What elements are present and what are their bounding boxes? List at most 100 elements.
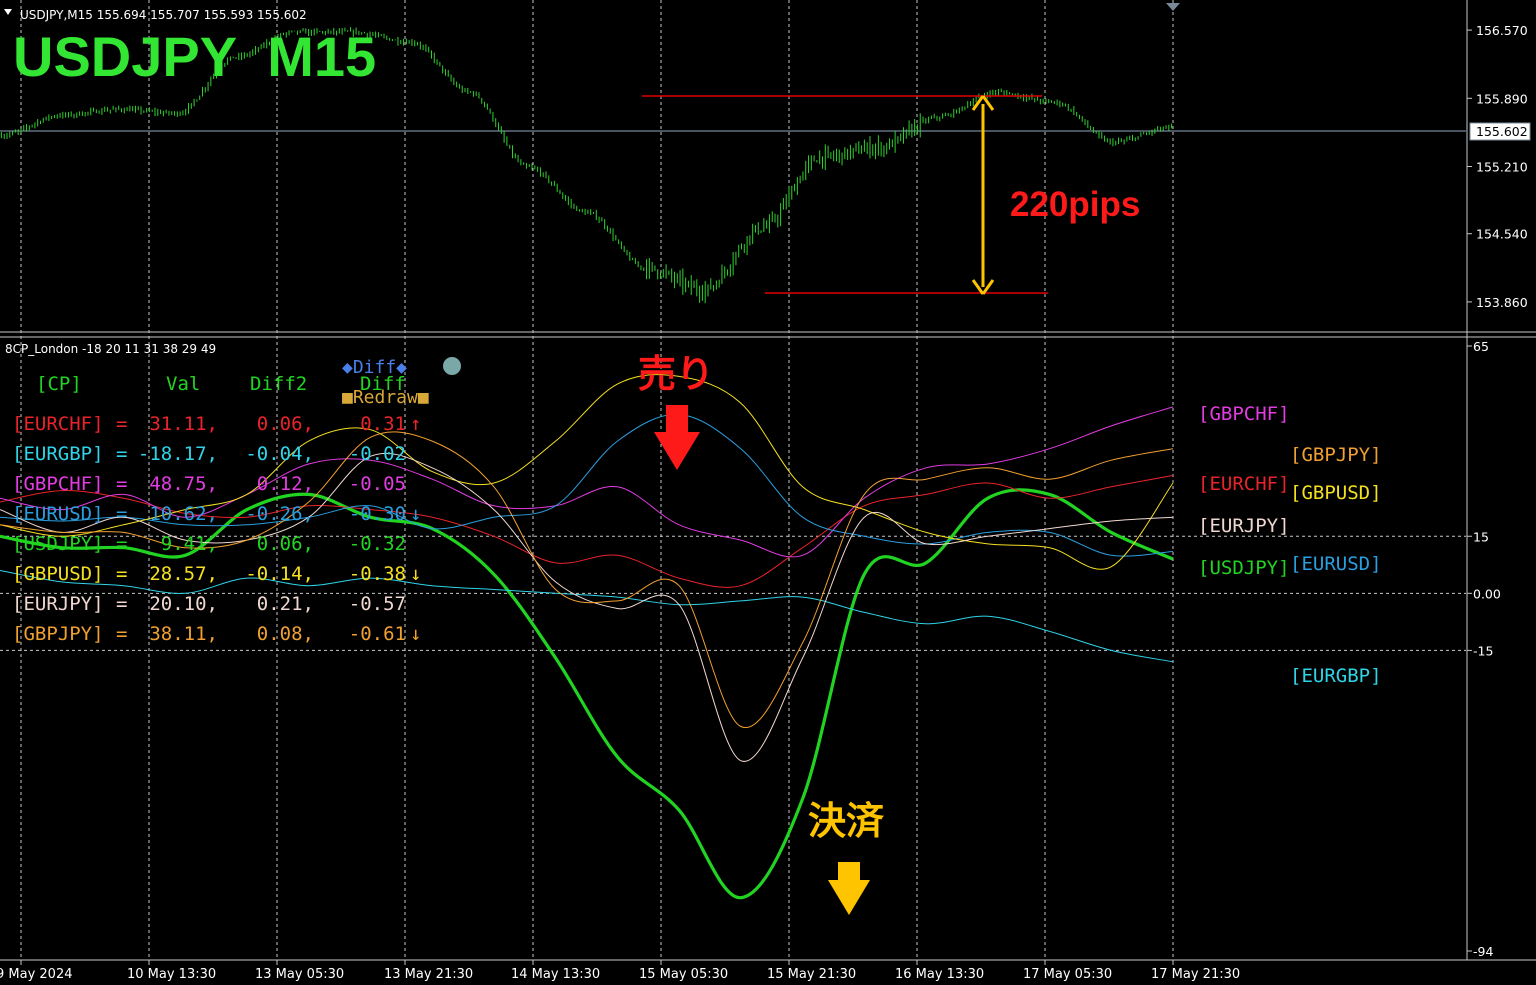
price-tick-label: 153.860 (1476, 295, 1528, 310)
legend-label: [EURJPY] (1198, 515, 1290, 537)
legend-label: [USDJPY] (1198, 557, 1290, 579)
indicator-info: 8CP_London -18 20 11 31 38 29 49 (5, 342, 216, 356)
time-label: 17 May 21:30 (1151, 967, 1240, 982)
table-diff2: 0.08, (257, 623, 314, 645)
time-label: 13 May 21:30 (384, 967, 473, 982)
current-price-tag: 155.602 (1469, 122, 1531, 141)
indicator-axis: 65 15 0.00 -15 -94 (1467, 339, 1501, 959)
table-row: [EURCHF] = 31.11, 0.06, 0.31 ↑ (12, 413, 421, 435)
legend-label: [EURGBP] (1290, 665, 1382, 687)
table-diff: -0.05 (349, 473, 406, 495)
time-label: 13 May 05:30 (255, 967, 344, 982)
time-label: 9 May 2024 (0, 967, 73, 982)
time-label: 15 May 05:30 (639, 967, 728, 982)
table-val: 38.11, (149, 623, 218, 645)
table-diff2: -0.14, (245, 563, 314, 585)
table-val: 28.57, (149, 563, 218, 585)
table-diff: -0.61 (349, 623, 406, 645)
table-diff: -0.57 (349, 593, 406, 615)
table-arrow-icon: ↓ (410, 503, 421, 525)
indicator-table: [EURCHF] = 31.11, 0.06, 0.31 ↑ [EURGBP] = -18.17… (12, 413, 421, 645)
pips-annotation: 220pips (1010, 185, 1140, 224)
table-row: [GBPJPY] = 38.11, 0.08, -0.61 ↓ (12, 623, 421, 645)
table-diff: -0.30 (349, 503, 406, 525)
indicator-tick-label: -15 (1473, 643, 1493, 658)
time-axis: 9 May 2024 10 May 13:30 13 May 05:30 13 May… (0, 960, 1240, 982)
table-header-cell: Diff2 (250, 373, 307, 395)
scroll-marker-icon[interactable] (1166, 3, 1180, 11)
table-row: [EURGBP] = -18.17, -0.04, -0.02 (12, 443, 406, 465)
table-eq: = (116, 443, 127, 465)
table-pair: [GBPUSD] (12, 563, 104, 585)
time-label: 16 May 13:30 (895, 967, 984, 982)
table-row: [EURUSD] = 10.62, -0.26, -0.30 ↓ (12, 503, 421, 525)
table-pair: [GBPJPY] (12, 623, 104, 645)
indicator-level-lines (0, 535, 1466, 651)
table-eq: = (116, 473, 127, 495)
toggle-dot-icon[interactable] (443, 357, 461, 375)
table-arrow-icon: ↓ (410, 563, 421, 585)
table-val: 20.10, (149, 593, 218, 615)
table-diff: 0.31 (360, 413, 406, 435)
legend-label: [EURCHF] (1198, 473, 1290, 495)
table-arrow-icon: ↑ (410, 413, 421, 435)
table-pair: [GBPCHF] (12, 473, 104, 495)
price-tick-label: 156.570 (1476, 23, 1528, 38)
table-diff: -0.02 (349, 443, 406, 465)
table-header-cell: [CP] (36, 373, 82, 395)
settle-annotation: 決済 (808, 799, 885, 843)
table-diff2: 0.21, (257, 593, 314, 615)
table-row: [EURJPY] = 20.10, 0.21, -0.57 (12, 593, 406, 615)
table-pair: [USDJPY] (12, 533, 104, 555)
table-diff2: 0.06, (257, 533, 314, 555)
table-arrow-icon: ↓ (410, 623, 421, 645)
indicator-tick-label: -94 (1473, 944, 1493, 959)
price-axis: 156.570 155.890 155.210 154.540 153.860 (1467, 23, 1528, 310)
table-eq: = (116, 593, 127, 615)
table-val: -18.17, (138, 443, 218, 465)
table-diff2: 0.12, (257, 473, 314, 495)
table-diff2: 0.06, (257, 413, 314, 435)
current-price-label: 155.602 (1476, 124, 1528, 139)
trading-terminal-window: USDJPY,M15 155.694 155.707 155.593 155.6… (0, 0, 1536, 982)
table-val: 10.62, (149, 503, 218, 525)
price-tick-label: 155.890 (1476, 91, 1528, 106)
range-double-arrow (971, 95, 995, 295)
table-diff: -0.32 (349, 533, 406, 555)
time-label: 10 May 13:30 (127, 967, 216, 982)
table-eq: = (116, 623, 127, 645)
table-val: 9.41, (161, 533, 218, 555)
time-label: 17 May 05:30 (1023, 967, 1112, 982)
table-row: [USDJPY] = 9.41, 0.06, -0.32 (12, 533, 406, 555)
legend-label: [EURUSD] (1290, 553, 1382, 575)
table-diff2: -0.26, (245, 503, 314, 525)
table-eq: = (116, 533, 127, 555)
price-tick-label: 154.540 (1476, 227, 1528, 242)
indicator-table-header: [CP] Val Diff2 (36, 373, 307, 395)
indicator-legend: [GBPCHF][GBPJPY][EURCHF] [GBPUSD][EURJPY]… (1198, 403, 1382, 687)
table-eq: = (116, 413, 127, 435)
table-pair: [EURGBP] (12, 443, 104, 465)
legend-label: [GBPJPY] (1290, 444, 1382, 466)
big-title: USDJPY M15 (13, 25, 376, 88)
indicator-tick-label: 65 (1473, 339, 1489, 354)
settle-arrow-icon (828, 862, 870, 915)
dropdown-triangle-icon[interactable] (4, 9, 12, 15)
table-diff: -0.38 (349, 563, 406, 585)
table-pair: [EURJPY] (12, 593, 104, 615)
table-diff2: -0.04, (245, 443, 314, 465)
table-pair: [EURUSD] (12, 503, 104, 525)
price-tick-label: 155.210 (1476, 160, 1528, 175)
indicator-tick-label: 15 (1473, 529, 1489, 544)
sell-annotation: 売り (638, 352, 714, 396)
table-val: 31.11, (149, 413, 218, 435)
table-val: 48.75, (149, 473, 218, 495)
table-eq: = (116, 503, 127, 525)
legend-label: [GBPUSD] (1290, 482, 1382, 504)
time-label: 14 May 13:30 (511, 967, 600, 982)
redraw-button[interactable]: ■Redraw■ (342, 387, 429, 408)
table-header-cell: Val (166, 373, 200, 395)
table-eq: = (116, 563, 127, 585)
table-row: [GBPUSD] = 28.57, -0.14, -0.38 ↓ (12, 563, 421, 585)
table-pair: [EURCHF] (12, 413, 104, 435)
